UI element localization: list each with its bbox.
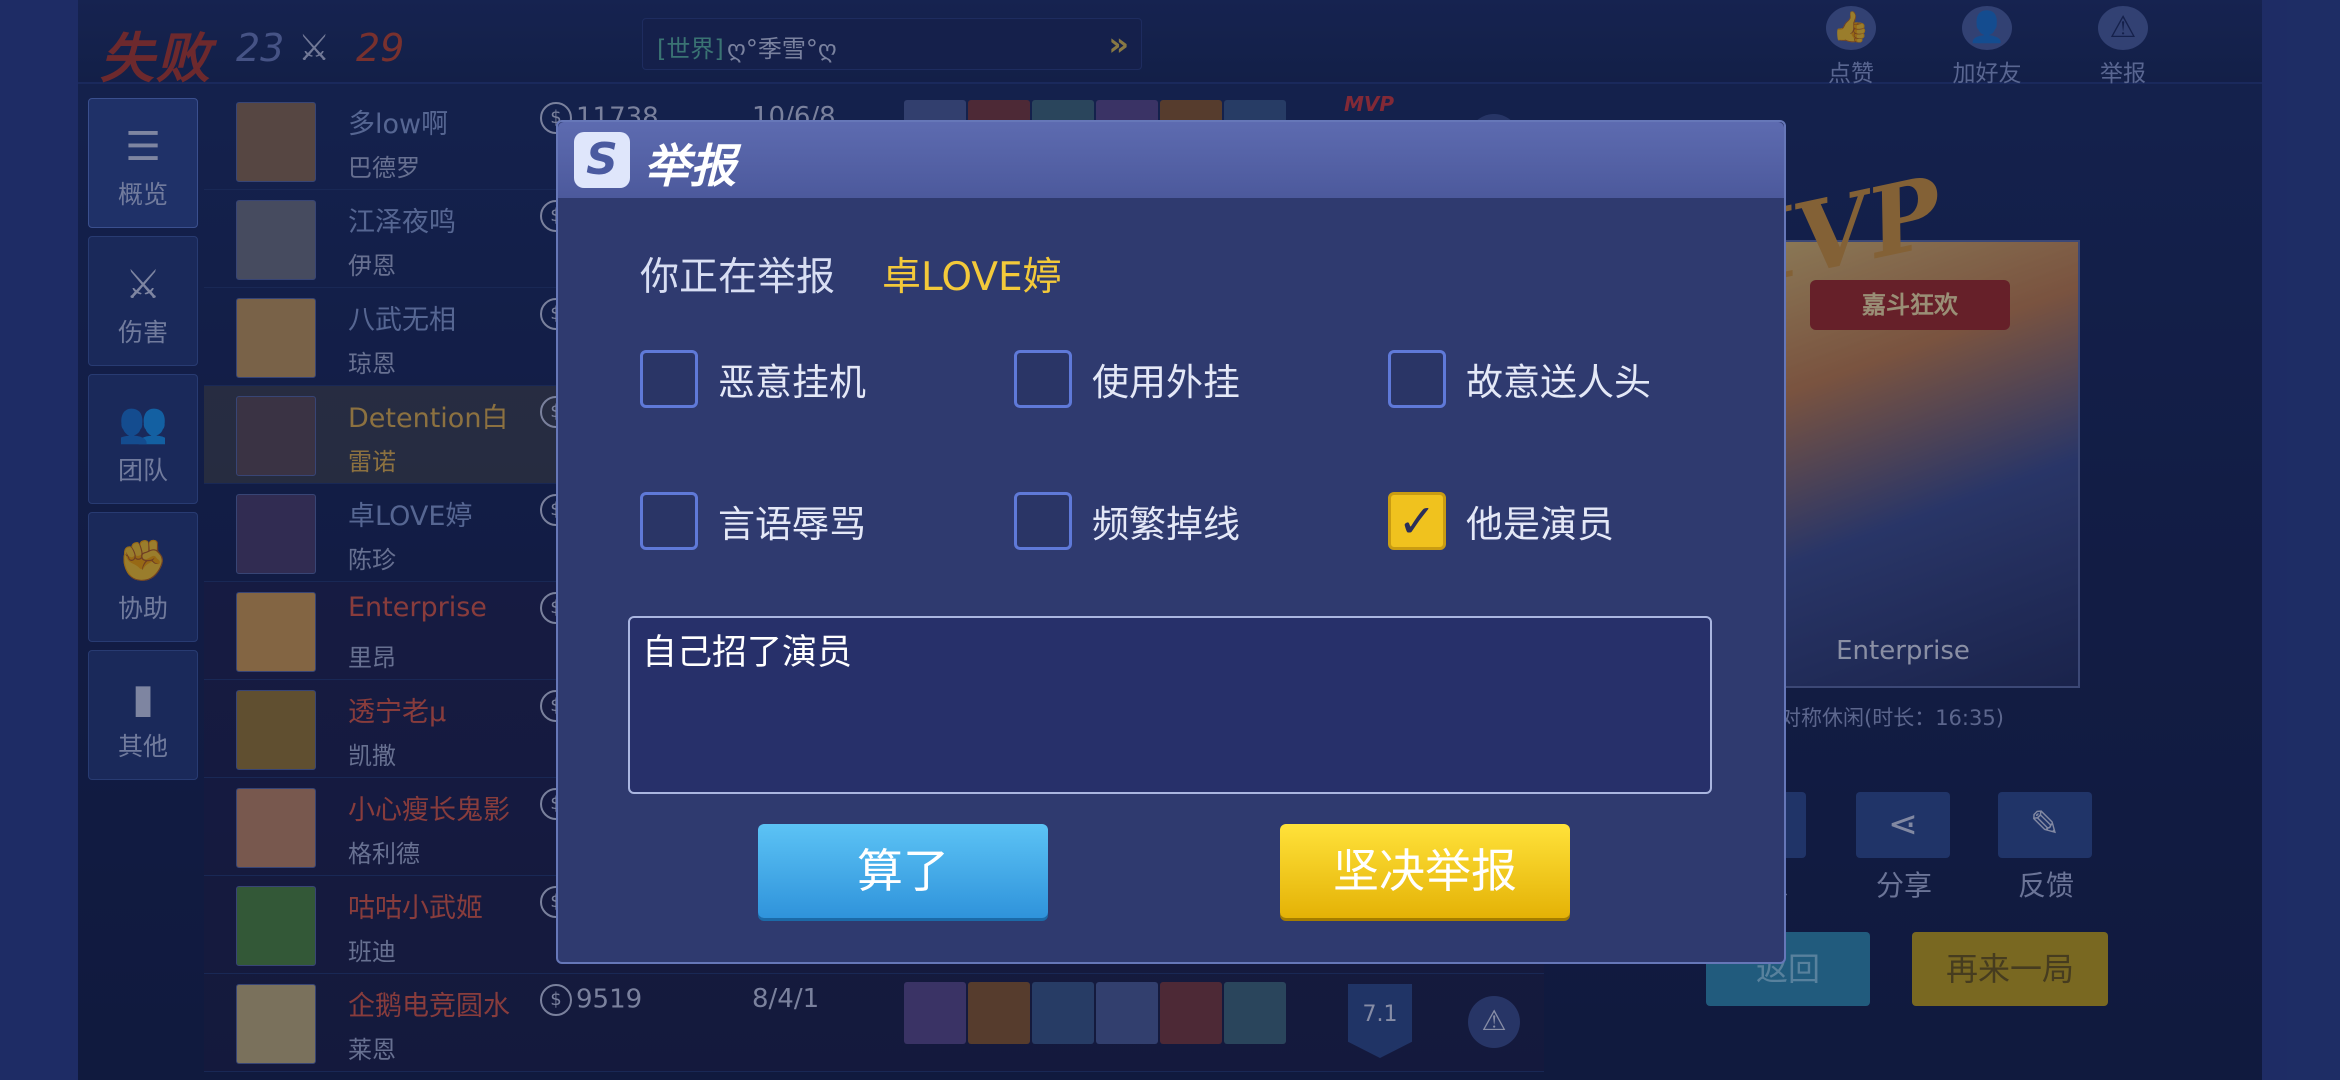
checkbox-actor[interactable]: ✓ [1388,492,1446,550]
checkbox-feeding[interactable] [1388,350,1446,408]
report-description-input[interactable]: 自己招了演员 [628,616,1712,794]
report-dialog: S 举报 你正在举报 卓LOVE婷 恶意挂机 使用外挂 故意送人头 言语辱骂 频… [556,120,1786,964]
option-afk-label: 恶意挂机 [718,361,866,404]
checkbox-afk[interactable] [640,350,698,408]
game-logo-icon: S [574,132,630,188]
checkbox-disconnect[interactable] [1014,492,1072,550]
checkbox-cheating[interactable] [1014,350,1072,408]
checkbox-verbal-abuse[interactable] [640,492,698,550]
dialog-header: S 举报 [558,122,1784,198]
option-verbal-abuse-label: 言语辱骂 [718,503,866,546]
option-actor-label: 他是演员 [1466,503,1614,546]
cancel-button[interactable]: 算了 [758,824,1048,918]
dialog-title: 举报 [644,139,736,193]
reporting-label: 你正在举报 [640,255,836,300]
option-disconnect-label: 频繁掉线 [1092,503,1240,546]
confirm-report-button[interactable]: 坚决举报 [1280,824,1570,918]
option-feeding-label: 故意送人头 [1466,361,1651,404]
checkmark-icon: ✓ [1397,494,1437,548]
reported-player-name: 卓LOVE婷 [882,255,1062,300]
report-description-text: 自己招了演员 [642,633,853,673]
option-cheating-label: 使用外挂 [1092,361,1240,404]
